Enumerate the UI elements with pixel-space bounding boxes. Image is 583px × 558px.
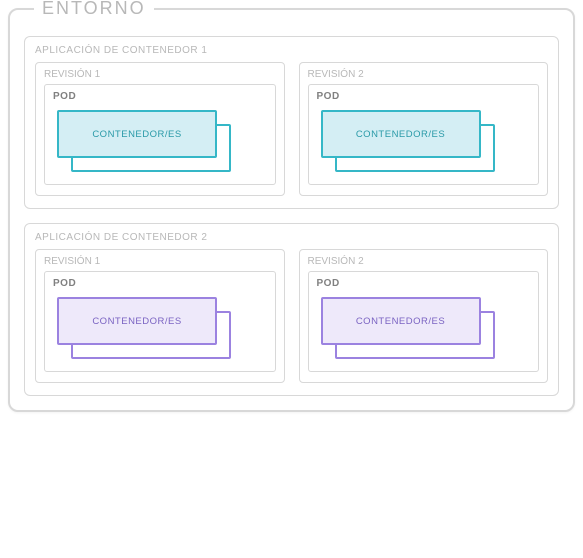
environment-box: ENTORNO APLICACIÓN DE CONTENEDOR 1 REVIS… — [8, 8, 575, 412]
pod-title: POD — [317, 91, 531, 102]
container-stack: CONTENEDOR/ES — [53, 297, 267, 361]
container-label: CONTENEDOR/ES — [356, 316, 445, 327]
container-label: CONTENEDOR/ES — [356, 129, 445, 140]
container-stack: CONTENEDOR/ES — [317, 110, 531, 174]
app-1-title: APLICACIÓN DE CONTENEDOR 1 — [35, 45, 548, 56]
pod-title: POD — [317, 278, 531, 289]
revision-title: REVISIÓN 1 — [44, 69, 276, 80]
pod-title: POD — [53, 278, 267, 289]
container-card-front: CONTENEDOR/ES — [57, 297, 217, 345]
app-2-revisions: REVISIÓN 1 POD CONTENEDOR/ES REVISIÓN 2 … — [35, 249, 548, 383]
revision-title: REVISIÓN 1 — [44, 256, 276, 267]
app-2-title: APLICACIÓN DE CONTENEDOR 2 — [35, 232, 548, 243]
pod-title: POD — [53, 91, 267, 102]
app-1-revisions: REVISIÓN 1 POD CONTENEDOR/ES REVISIÓN 2 … — [35, 62, 548, 196]
revision-title: REVISIÓN 2 — [308, 256, 540, 267]
app-2-revision-2: REVISIÓN 2 POD CONTENEDOR/ES — [299, 249, 549, 383]
container-card-front: CONTENEDOR/ES — [321, 297, 481, 345]
app-2-revision-1: REVISIÓN 1 POD CONTENEDOR/ES — [35, 249, 285, 383]
pod-box: POD CONTENEDOR/ES — [44, 271, 276, 372]
container-stack: CONTENEDOR/ES — [53, 110, 267, 174]
container-label: CONTENEDOR/ES — [92, 129, 181, 140]
app-1-revision-1: REVISIÓN 1 POD CONTENEDOR/ES — [35, 62, 285, 196]
app-1-revision-2: REVISIÓN 2 POD CONTENEDOR/ES — [299, 62, 549, 196]
container-card-front: CONTENEDOR/ES — [321, 110, 481, 158]
container-stack: CONTENEDOR/ES — [317, 297, 531, 361]
pod-box: POD CONTENEDOR/ES — [44, 84, 276, 185]
pod-box: POD CONTENEDOR/ES — [308, 271, 540, 372]
environment-title: ENTORNO — [34, 0, 154, 19]
app-2-box: APLICACIÓN DE CONTENEDOR 2 REVISIÓN 1 PO… — [24, 223, 559, 396]
container-card-front: CONTENEDOR/ES — [57, 110, 217, 158]
pod-box: POD CONTENEDOR/ES — [308, 84, 540, 185]
container-label: CONTENEDOR/ES — [92, 316, 181, 327]
revision-title: REVISIÓN 2 — [308, 69, 540, 80]
app-1-box: APLICACIÓN DE CONTENEDOR 1 REVISIÓN 1 PO… — [24, 36, 559, 209]
